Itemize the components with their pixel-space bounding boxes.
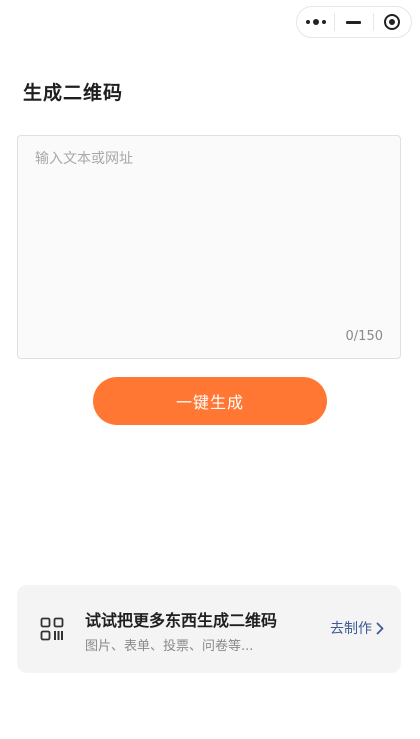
text-input-container: 0/150 <box>17 135 401 359</box>
go-make-label: 去制作 <box>330 621 372 637</box>
text-input[interactable] <box>35 148 383 318</box>
promo-subtitle: 图片、表单、投票、问卷等... <box>85 639 254 654</box>
minimize-button[interactable] <box>335 7 372 37</box>
qr-grid-icon <box>40 617 64 641</box>
more-dots-icon <box>305 19 326 25</box>
promo-title: 试试把更多东西生成二维码 <box>85 611 278 630</box>
more-button[interactable] <box>297 7 334 37</box>
generate-button[interactable]: 一键生成 <box>93 377 327 425</box>
close-circle-icon <box>384 14 401 30</box>
minimize-icon <box>346 20 362 24</box>
page-title: 生成二维码 <box>23 82 124 104</box>
mini-program-capsule <box>296 6 412 38</box>
char-counter: 0/150 <box>345 329 383 344</box>
promo-card[interactable]: 试试把更多东西生成二维码 图片、表单、投票、问卷等... 去制作 <box>17 585 401 673</box>
close-button[interactable] <box>374 7 411 37</box>
go-make-link[interactable]: 去制作 <box>330 618 384 638</box>
chevron-right-icon <box>376 622 384 634</box>
